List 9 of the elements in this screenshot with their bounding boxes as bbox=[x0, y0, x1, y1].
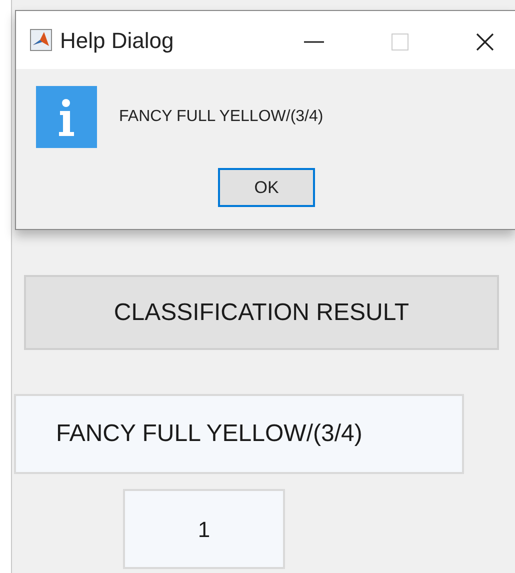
dialog-message: FANCY FULL YELLOW/(3/4) bbox=[119, 107, 324, 127]
classification-result-button[interactable]: CLASSIFICATION RESULT bbox=[24, 275, 499, 350]
info-icon bbox=[36, 86, 97, 148]
result-field[interactable]: FANCY FULL YELLOW/(3/4) bbox=[14, 394, 464, 474]
ok-button[interactable]: OK bbox=[218, 168, 315, 207]
app-logo-icon bbox=[30, 29, 52, 51]
dialog-title: Help Dialog bbox=[60, 26, 174, 55]
close-icon[interactable] bbox=[475, 32, 495, 52]
count-field[interactable]: 1 bbox=[123, 489, 285, 569]
